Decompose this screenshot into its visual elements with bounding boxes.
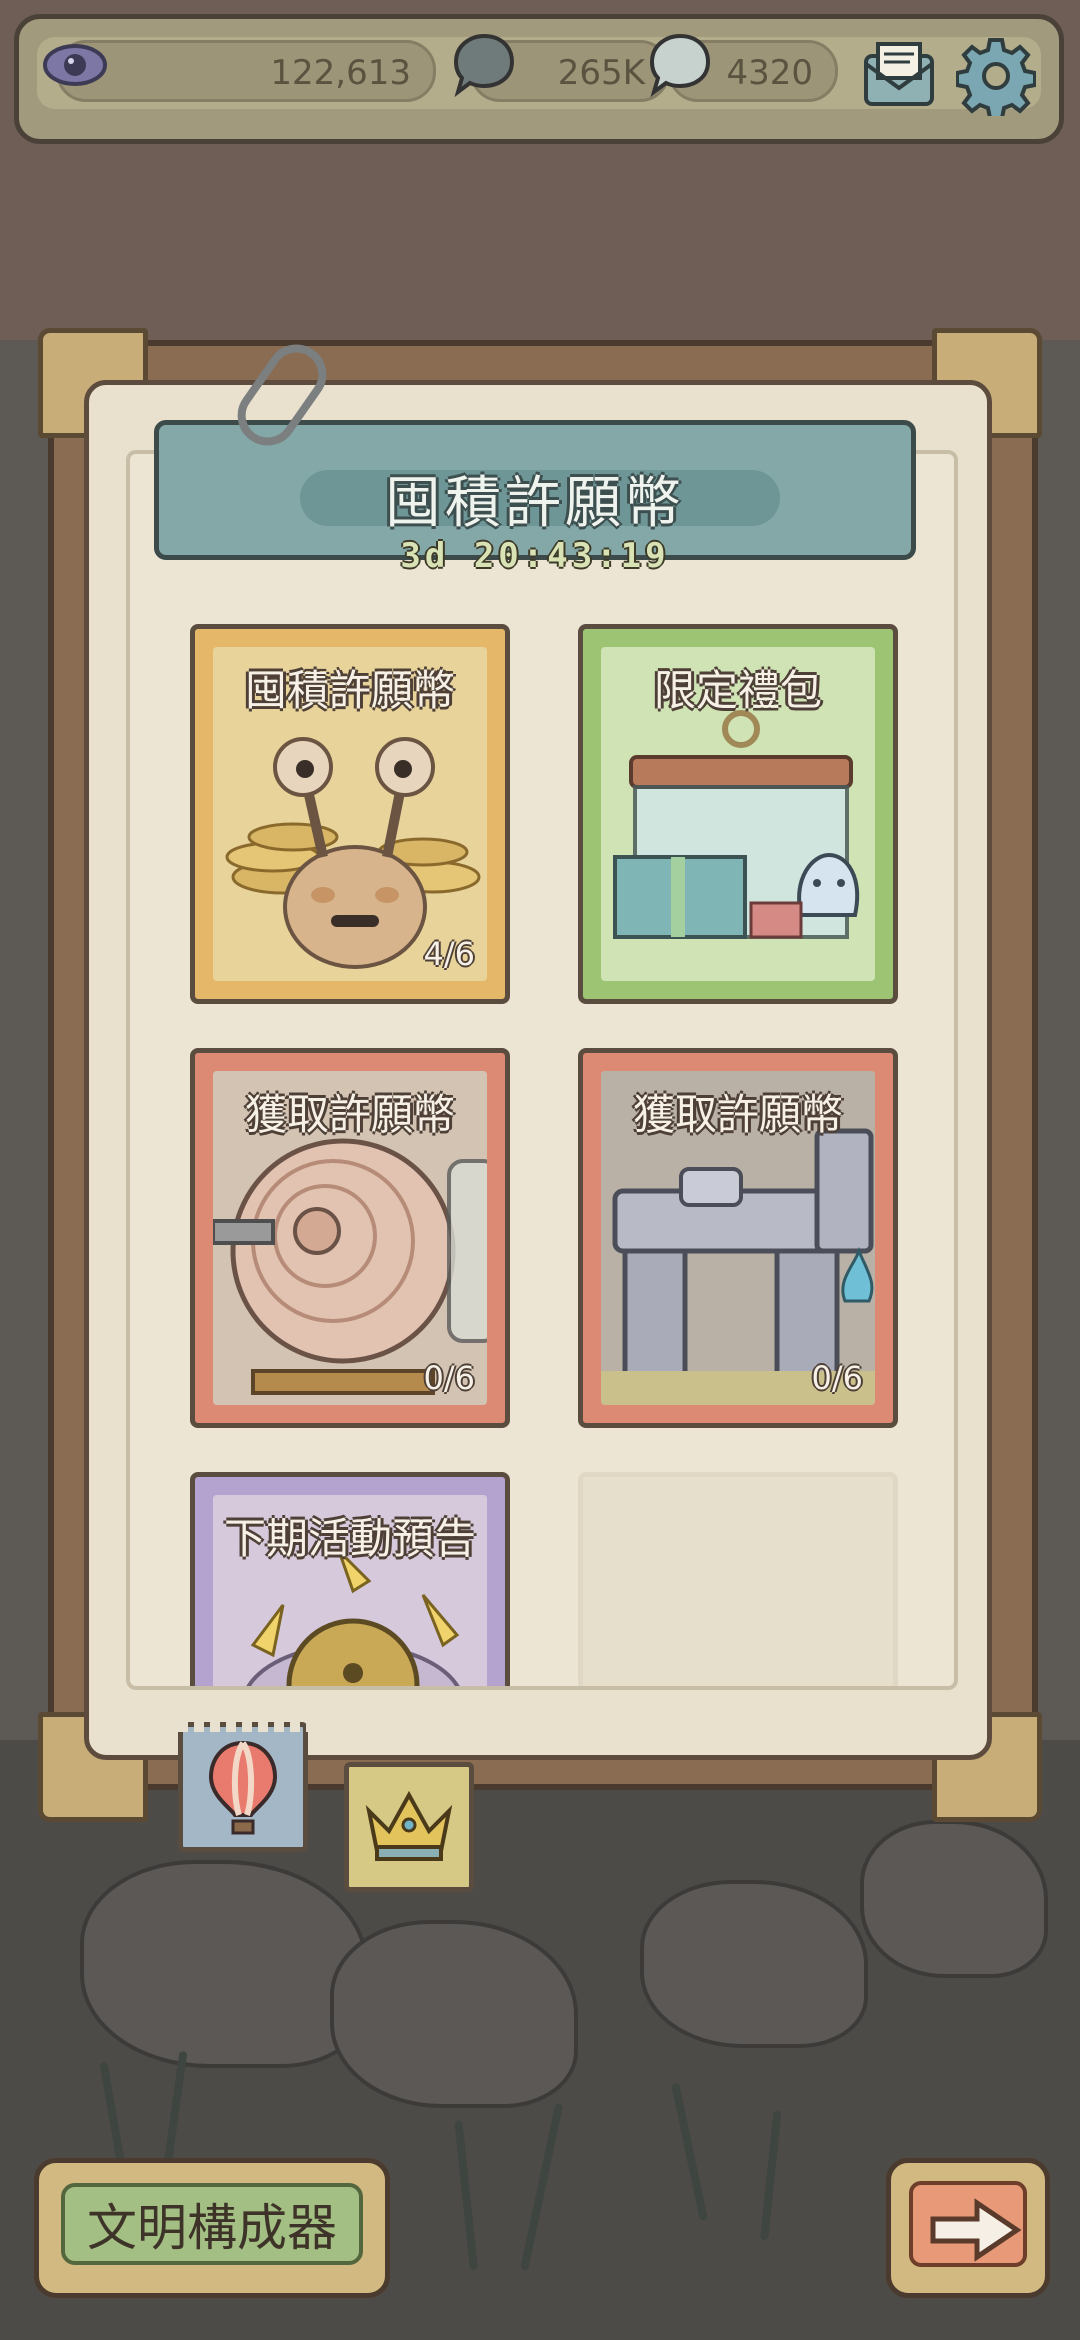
- arrow-right-icon: [930, 2198, 1022, 2262]
- empty-card-slot: [578, 1472, 909, 1686]
- rock: [330, 1920, 578, 2108]
- event-card-earn-coins-2[interactable]: 獲取許願幣 0/6: [578, 1048, 909, 1439]
- eye-icon: [43, 44, 107, 86]
- crown-icon: [365, 1790, 453, 1861]
- gear-icon[interactable]: [956, 36, 1036, 116]
- event-card-limited-pack[interactable]: 限定禮包: [578, 624, 909, 1015]
- card-progress: 0/6: [423, 1359, 476, 1397]
- card-title: 獲取許願幣: [632, 1090, 843, 1139]
- event-title: 囤積許願幣: [385, 471, 685, 536]
- mail-icon[interactable]: [860, 38, 938, 112]
- dark-bubble-resource-value: 265K: [557, 53, 645, 93]
- light-speech-bubble-icon: [649, 33, 711, 98]
- rock: [860, 1820, 1048, 1978]
- next-button-face: [909, 2181, 1027, 2267]
- card-title: 限定禮包: [653, 666, 822, 715]
- tab-crown[interactable]: [344, 1762, 474, 1892]
- civilization-builder-label: 文明構成器: [87, 2199, 337, 2257]
- rock: [80, 1860, 368, 2068]
- eye-resource-value: 122,613: [270, 53, 411, 93]
- card-title: 獲取許願幣: [244, 1090, 455, 1139]
- card-progress: 0/6: [811, 1359, 864, 1397]
- next-button[interactable]: [886, 2158, 1050, 2298]
- event-card-list[interactable]: 囤積許願幣 4/6 限定禮包 獲取許願幣 0/6 獲取許願幣 0/6 下期活動預…: [126, 450, 958, 1690]
- hot-air-balloon-icon: [208, 1740, 278, 1835]
- dark-speech-bubble-icon: [453, 33, 515, 98]
- light-bubble-resource-value: 4320: [726, 53, 813, 93]
- event-card-hoard-coins[interactable]: 囤積許願幣 4/6: [190, 624, 521, 1015]
- card-title: 下期活動預告: [223, 1514, 476, 1563]
- event-card-earn-coins-1[interactable]: 獲取許願幣 0/6: [190, 1048, 521, 1439]
- tab-events[interactable]: [178, 1722, 308, 1852]
- tab-ticket-edge: [178, 1720, 308, 1732]
- card-progress: 4/6: [423, 935, 476, 973]
- eye-resource-pill: 122,613: [56, 40, 436, 102]
- event-card-next-event-preview[interactable]: 下期活動預告: [190, 1472, 521, 1686]
- rock: [640, 1880, 868, 2048]
- card-title: 囤積許願幣: [244, 666, 455, 715]
- event-countdown: 3d 20:43:19: [400, 536, 670, 576]
